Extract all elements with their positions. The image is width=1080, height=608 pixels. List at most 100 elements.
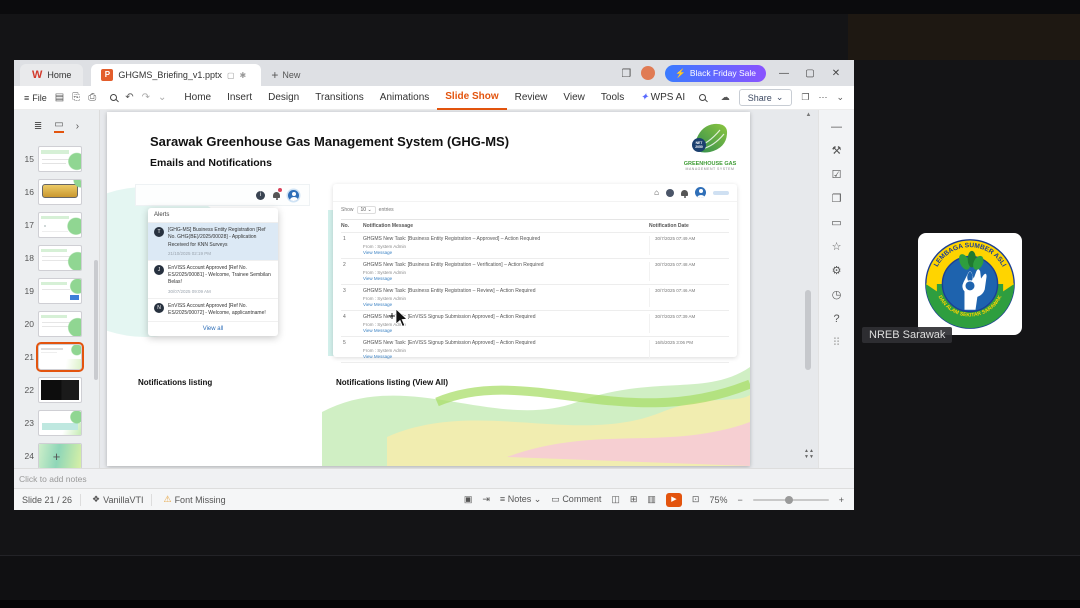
add-slide-button[interactable]: +	[14, 449, 99, 464]
notes-placeholder[interactable]: Click to add notes	[14, 468, 854, 488]
redo-icon[interactable]: ↷	[142, 92, 150, 103]
slide-thumbnail-22[interactable]	[38, 376, 82, 403]
fullscreen-icon[interactable]: ⊡	[692, 494, 700, 505]
slide-thumbnail-20[interactable]	[38, 310, 82, 337]
view-sorter-icon[interactable]: ⊞	[630, 494, 638, 505]
slide-thumbnail-17[interactable]	[38, 211, 82, 238]
menu-item-design[interactable]: Design	[260, 86, 307, 109]
maximize-button[interactable]: ▢	[802, 68, 818, 79]
menu-item-insert[interactable]: Insert	[219, 86, 260, 109]
user-avatar-icon[interactable]	[695, 187, 706, 198]
slides-view-icon[interactable]: ▭	[54, 119, 64, 133]
view-reading-icon[interactable]: ▥	[647, 494, 656, 505]
comment-toggle[interactable]: ▭ Comment	[551, 494, 601, 505]
thumbnail-scrollbar[interactable]	[94, 260, 98, 380]
menu-item-animations[interactable]: Animations	[372, 86, 437, 109]
promo-button[interactable]: ⚡ Black Friday Sale	[665, 64, 766, 82]
print-icon[interactable]: ⎙	[88, 92, 96, 103]
alert-item[interactable]: N EnVISS Account Approved [Ref No. ES/202…	[148, 299, 278, 322]
search-icon[interactable]	[699, 94, 707, 101]
grid-apps-icon[interactable]: ⠿	[832, 338, 840, 349]
comment-pane-icon[interactable]: ▭	[831, 218, 841, 229]
view-message-link[interactable]: View Message	[363, 328, 649, 333]
panel-toggle-icon[interactable]: ❐	[801, 92, 809, 103]
star-icon[interactable]: ☆	[832, 242, 842, 253]
more-options-icon[interactable]: ⋯	[818, 92, 827, 103]
zoom-in-button[interactable]: +	[839, 495, 844, 505]
undo-icon[interactable]: ↶	[125, 92, 133, 103]
scrollbar-thumb[interactable]	[805, 290, 811, 370]
scroll-up-icon[interactable]: ▲	[804, 112, 813, 118]
tools-icon[interactable]: ⚒	[832, 146, 842, 157]
view-message-link[interactable]: View Message	[363, 250, 649, 255]
alert-item[interactable]: J EnVISS Account Approved [Ref No. ES/202…	[148, 261, 278, 299]
ribbon-collapse-icon[interactable]: ⌄	[836, 92, 844, 103]
entries-select[interactable]: 10 ⌄	[356, 206, 376, 214]
find-icon[interactable]	[110, 94, 118, 101]
view-message-link[interactable]: View Message	[363, 276, 649, 281]
window-tab-bar: W Home P GHGMS_Briefing_v1.pptx ▢ ✱ + Ne…	[14, 60, 854, 86]
help-icon[interactable]: ?	[833, 314, 839, 325]
menu-item-home[interactable]: Home	[176, 86, 219, 109]
cloud-sync-icon[interactable]: ☁	[721, 92, 730, 103]
slide-thumbnail-15[interactable]	[38, 145, 82, 172]
share-button[interactable]: Share ⌄	[738, 89, 793, 106]
globe-icon[interactable]	[666, 188, 674, 197]
quickbar-caret-icon[interactable]: ⌄	[158, 92, 166, 103]
view-normal-icon[interactable]: ◫	[611, 494, 620, 505]
history-clock-icon[interactable]: ◷	[832, 290, 842, 301]
alert-item[interactable]: T [GHG-MS] Business Entity Registration […	[148, 223, 278, 261]
notification-date: 30/7/2025 07:49 AM	[649, 236, 729, 255]
font-missing-warning[interactable]: Font Missing	[175, 495, 226, 505]
slide-thumbnail-21[interactable]	[36, 341, 84, 372]
collapse-panel-icon[interactable]: ›	[76, 121, 79, 132]
slide-21[interactable]: Sarawak Greenhouse Gas Management System…	[107, 112, 750, 466]
slideshow-play-button[interactable]: ▶	[665, 492, 682, 507]
tab-preview-icon[interactable]: ▢	[227, 71, 235, 80]
menu-item-review[interactable]: Review	[507, 86, 556, 109]
info-icon[interactable]: i	[256, 190, 265, 200]
fit-width-icon[interactable]: —	[831, 122, 842, 133]
zoom-level[interactable]: 75%	[709, 495, 727, 505]
zoom-out-button[interactable]: −	[737, 495, 742, 505]
layers-icon[interactable]: ❐	[832, 194, 842, 205]
bell-icon[interactable]	[273, 188, 282, 200]
minimize-button[interactable]: —	[776, 68, 792, 79]
menu-item-tools[interactable]: Tools	[593, 86, 632, 109]
user-avatar-icon[interactable]	[288, 189, 299, 201]
slide-thumbnail-16[interactable]	[38, 178, 82, 205]
prev-next-slide-buttons[interactable]: ▲▲ ▼▼	[804, 448, 814, 460]
notes-toggle[interactable]: ≡ Notes ⌄	[500, 494, 541, 505]
zoom-slider-handle[interactable]	[784, 495, 793, 504]
menu-item-transitions[interactable]: Transitions	[307, 86, 372, 109]
selection-pane-icon[interactable]: ▣	[464, 494, 473, 505]
check-task-icon[interactable]: ☑	[832, 170, 842, 181]
account-avatar[interactable]	[641, 66, 656, 80]
view-message-link[interactable]: View Message	[363, 354, 649, 359]
menu-item-slide-show[interactable]: Slide Show	[437, 85, 507, 110]
bell-icon[interactable]	[681, 188, 688, 198]
participant-video-tile[interactable]: LEMBAGA SUMBER ASLI DAN ALAM SEKITAR SAR…	[918, 233, 1022, 335]
view-all-link[interactable]: View all	[148, 322, 278, 336]
close-button[interactable]: ✕	[828, 68, 844, 79]
file-menu-button[interactable]: ≡ File	[14, 93, 55, 103]
canvas-scrollbar[interactable]: ▲ ▲▲ ▼▼	[804, 112, 814, 464]
template-name[interactable]: VanillaVTI	[103, 495, 143, 505]
zoom-slider[interactable]	[752, 495, 829, 504]
slide-thumbnail-18[interactable]	[38, 244, 82, 271]
slide-thumbnail-19[interactable]	[38, 277, 82, 304]
jump-to-icon[interactable]: ⇥	[482, 494, 490, 505]
export-icon[interactable]: ⎘	[72, 92, 80, 103]
boards-icon[interactable]: ❐	[621, 67, 631, 80]
tab-document[interactable]: P GHGMS_Briefing_v1.pptx ▢ ✱	[91, 64, 262, 86]
settings-icon[interactable]: ⚙	[832, 266, 842, 277]
view-message-link[interactable]: View Message	[363, 302, 649, 307]
new-tab-button[interactable]: + New	[261, 64, 310, 86]
save-icon[interactable]: ▤	[55, 92, 64, 103]
outline-view-icon[interactable]: ≣	[34, 121, 42, 132]
menu-item-wps-ai[interactable]: ✦ WPS AI	[632, 86, 693, 109]
menu-item-view[interactable]: View	[555, 86, 593, 109]
slide-thumbnail-23[interactable]	[38, 409, 82, 436]
tab-home[interactable]: W Home	[20, 64, 84, 86]
home-icon[interactable]: ⌂	[654, 188, 659, 197]
